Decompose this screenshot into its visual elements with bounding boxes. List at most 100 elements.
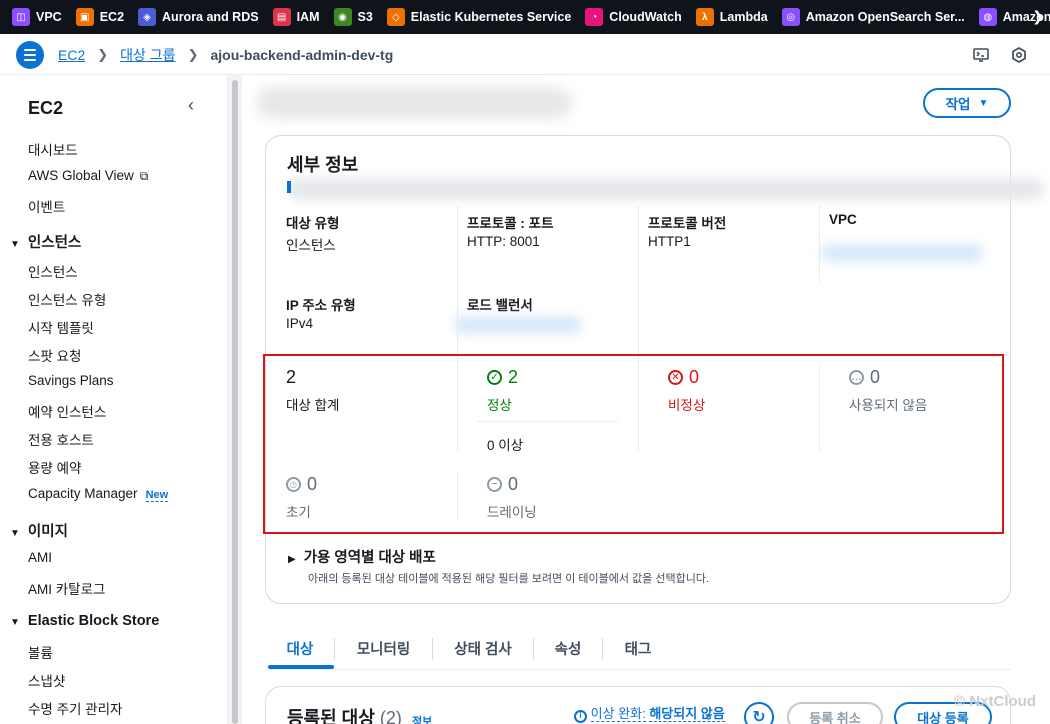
draining-count[interactable]: − 0 [487,474,518,495]
settings-hexagon-icon[interactable] [1010,46,1028,64]
sidebar-item-events[interactable]: 이벤트 [28,196,65,216]
tab-monitoring[interactable]: 모니터링 [335,628,432,668]
sidebar-section-label: 이미지 [27,524,68,540]
service-icon: ◍ [978,8,997,26]
favorite-aurora-and-rds[interactable]: ◈ Aurora and RDS [138,0,259,34]
refresh-icon: ↻ [752,709,766,724]
side-nav-title: EC2 [28,98,64,118]
info-icon: i [574,709,587,723]
side-navigation: EC2 ‹ 대시보드 AWS Global View ⧉ 이벤트 ▼ 인스턴스 인스… [0,75,228,724]
healthy-count[interactable]: ✓ 2 [487,367,518,388]
sidebar-section-ebs[interactable]: ▼ Elastic Block Store [10,613,159,629]
unused-label: 사용되지 않음 [849,398,928,413]
tab-tags[interactable]: 태그 [603,628,673,668]
service-icon: ◇ [386,8,405,26]
favorite-amazon-opensearch-ser[interactable]: ◎ Amazon OpenSearch Ser... [781,0,965,34]
tab-attributes[interactable]: 속성 [534,628,602,668]
console-window: ◫ VPC ▣ EC2 ◈ Aurora and RDS ▤ IAM ◉ S3 ◇ Elastic K… [0,0,1050,724]
breadcrumb-target-groups-link[interactable]: 대상 그룹 [120,45,175,65]
registered-targets-count: (2) [379,708,402,724]
unhealthy-label: 비정상 [668,398,706,413]
sidebar-item-lifecycle-manager[interactable]: 수명 주기 관리자 [28,698,122,718]
total-targets-value: 2 [286,367,297,387]
favorite-label: Lambda [719,10,768,24]
caret-down-icon: ▼ [978,97,989,109]
sidebar-item-snapshots[interactable]: 스냅샷 [28,670,65,690]
anomalous-count: 0 이상 [487,438,524,453]
sidebar-item-launch-templates[interactable]: 시작 템플릿 [28,317,94,337]
total-targets-label: 대상 합계 [286,398,340,413]
initial-value: 0 [307,474,318,494]
unhealthy-count[interactable]: ✕ 0 [668,367,699,388]
redacted-arn [288,178,1044,200]
az-distribution-expander[interactable]: ▶ 가용 영역별 대상 배포 [288,546,436,567]
refresh-button[interactable]: ↻ [744,702,774,724]
tab-health-checks[interactable]: 상태 검사 [433,628,533,668]
breadcrumb-current: ajou-backend-admin-dev-tg [210,46,394,63]
sidebar-item-spot-requests[interactable]: 스팟 요청 [28,345,81,365]
side-nav-toggle-button[interactable] [16,41,44,69]
service-icon: ▤ [272,8,291,26]
protocol-version-value: HTTP1 [648,234,691,249]
chevron-left-icon[interactable]: ‹ [188,95,194,116]
sidebar-item-reserved-instances[interactable]: 예약 인스턴스 [28,401,106,421]
favorites-bar: ◫ VPC ▣ EC2 ◈ Aurora and RDS ▤ IAM ◉ S3 ◇ Elastic K… [0,0,1050,34]
favorite-label: IAM [296,10,320,24]
initial-count[interactable]: ◷ 0 [286,474,317,495]
copy-arn-icon[interactable] [287,181,291,193]
details-container: 세부 정보 대상 유형 인스턴스 프로토콜 : 포트 HTTP: 8001 프로… [263,135,1044,604]
caret-right-icon: ▶ [288,554,296,565]
favorite-lambda[interactable]: λ Lambda [695,0,768,34]
breadcrumb-ec2-link[interactable]: EC2 [58,47,85,63]
sidebar-item-capacity-manager[interactable]: Capacity Manager New [28,486,169,502]
sidebar-section-images[interactable]: ▼ 이미지 [10,520,68,541]
clock-icon: ◷ [286,477,301,492]
redacted-load-balancer-link[interactable] [454,316,582,334]
actions-button-label: 작업 [945,97,971,112]
sidebar-item-ami[interactable]: AMI [28,550,52,565]
scrollbar[interactable] [232,80,238,724]
sidebar-item-ami-catalog[interactable]: AMI 카탈로그 [28,578,105,598]
az-distribution-title: 가용 영역별 대상 배포 [303,550,436,566]
sidebar-item-capacity-reservations[interactable]: 용량 예약 [28,457,81,477]
registered-targets-container: 등록된 대상 (2) 정보 i 이상 완화: 해당되지 않음 ↻ 등록 취소 대… [265,686,1011,724]
sidebar-item-label: AWS Global View [28,168,134,183]
anomaly-mitigation-value: 해당되지 않음 [649,706,725,722]
registered-targets-title-text: 등록된 대상 [287,708,375,724]
sidebar-item-instances[interactable]: 인스턴스 [28,261,78,281]
unused-count[interactable]: … 0 [849,367,880,388]
favorite-vpc[interactable]: ◫ VPC [12,0,62,34]
sidebar-item-dedicated-hosts[interactable]: 전용 호스트 [28,429,94,449]
redacted-vpc-link[interactable] [821,244,983,262]
anomaly-mitigation-status[interactable]: i 이상 완화: 해당되지 않음 [574,703,725,723]
favorite-cloudwatch[interactable]: ◔ CloudWatch [585,0,682,34]
sidebar-item-instance-types[interactable]: 인스턴스 유형 [28,289,106,309]
favorite-s3[interactable]: ◉ S3 [333,0,373,34]
service-icon: ▣ [75,8,94,26]
total-targets-count: 2 [286,367,296,388]
service-icon: ◫ [12,8,30,26]
az-distribution-desc: 아래의 등록된 대상 테이블에 적용된 해당 필터를 보려면 이 테이블에서 값… [308,573,709,585]
cloudshell-icon[interactable] [972,46,990,64]
favorite-elastic-kubernetes-service[interactable]: ◇ Elastic Kubernetes Service [386,0,571,34]
info-link[interactable]: 정보 [412,713,432,724]
sidebar-item-global-view[interactable]: AWS Global View ⧉ [28,168,148,184]
favorite-label: Aurora and RDS [162,10,259,24]
protocol-port-value: HTTP: 8001 [467,234,540,249]
column-divider [457,473,458,521]
sidebar-item-volumes[interactable]: 볼륨 [28,642,53,662]
deregister-button[interactable]: 등록 취소 [787,702,883,724]
healthy-value: 2 [508,367,519,387]
sidebar-item-savings-plans[interactable]: Savings Plans [28,373,114,388]
registered-targets-title: 등록된 대상 (2) [287,704,402,724]
favorite-ec2[interactable]: ▣ EC2 [75,0,124,34]
minus-circle-icon: − [487,477,502,492]
sidebar-section-instances[interactable]: ▼ 인스턴스 [10,231,81,252]
tab-targets[interactable]: 대상 [266,628,334,668]
service-icon: ◔ [585,8,604,26]
check-circle-icon: ✓ [487,370,502,385]
actions-button[interactable]: 작업 ▼ [923,88,1011,118]
favorites-scroll-right-icon[interactable]: ❯ [1032,8,1044,25]
favorite-iam[interactable]: ▤ IAM [272,0,320,34]
sidebar-item-dashboard[interactable]: 대시보드 [28,139,78,159]
